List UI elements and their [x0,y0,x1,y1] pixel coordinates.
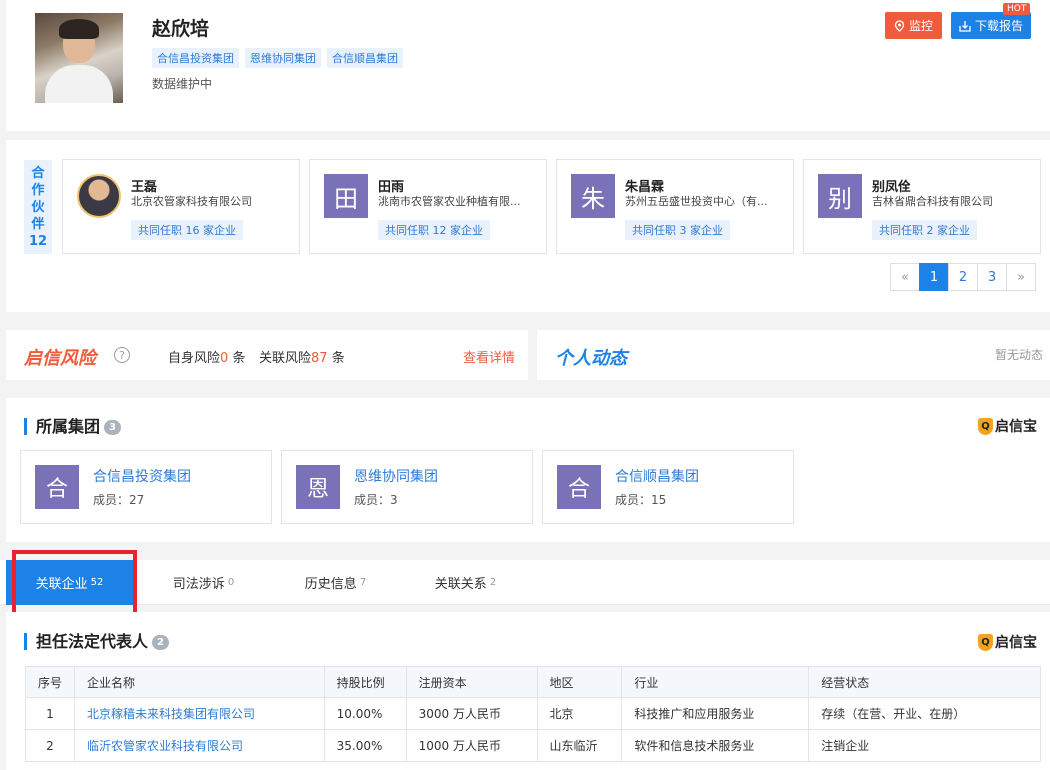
next-page-button[interactable]: » [1006,263,1036,291]
partner-card[interactable]: 田 田雨 洮南市农管家农业种植有限... 共同任职 12 家企业 [309,159,547,254]
download-report-button[interactable]: 下载报告 [951,12,1031,39]
column-header: 持股比例 [323,666,407,698]
operating-status: 注销企业 [808,729,1041,762]
registered-capital: 1000 万人民币 [405,729,538,762]
partner-company: 洮南市农管家农业种植有限... [378,195,521,208]
shield-icon: Q [978,417,993,435]
monitor-label: 监控 [908,19,933,33]
group-card[interactable]: 恩 恩维协同集团 成员：3 [281,450,533,524]
column-header: 企业名称 [73,666,325,698]
partner-card[interactable]: 朱 朱昌霖 苏州五岳盛世投资中心（有... 共同任职 3 家企业 [556,159,794,254]
legal-rep-table: 序号 企业名称 持股比例 注册资本 地区 行业 经营状态 1 北京稼穑未来科技集… [25,666,1041,762]
partner-card[interactable]: 别 别凤佺 吉林省鼎合科技有限公司 共同任职 2 家企业 [803,159,1041,254]
page-button[interactable]: 2 [948,263,978,291]
partner-avatar: 别 [818,174,862,218]
tab-litigation[interactable]: 司法涉诉 0 [140,560,267,605]
group-members: 成员：15 [615,493,667,507]
column-header: 注册资本 [405,666,538,698]
dynamics-logo: 个人动态 [555,348,627,369]
group-tag[interactable]: 合信昌投资集团 [152,48,239,68]
group-tag[interactable]: 恩维协同集团 [245,48,321,68]
person-avatar [35,13,123,103]
industry: 科技推广和应用服务业 [621,697,810,730]
tabs-bar: 关联企业 52 司法涉诉 0 历史信息 7 关联关系 2 [0,560,1050,605]
row-index: 2 [25,729,75,762]
partner-company: 吉林省鼎合科技有限公司 [872,195,993,208]
monitor-button[interactable]: 监控 [885,12,942,39]
group-name[interactable]: 合信昌投资集团 [93,466,191,486]
page-button[interactable]: 1 [919,263,949,291]
qixinbao-logo: Q 启信宝 [978,632,1037,652]
region: 北京 [536,697,623,730]
operating-status: 存续（在营、开业、在册） [808,697,1041,730]
group-avatar: 恩 [296,465,340,509]
partner-avatar: 朱 [571,174,615,218]
view-details-link[interactable]: 查看详情 [463,347,515,366]
legal-rep-count: 2 [152,635,169,650]
groups-count: 3 [104,420,121,435]
group-name[interactable]: 恩维协同集团 [354,466,438,486]
company-link[interactable]: 北京稼穑未来科技集团有限公司 [73,697,325,730]
column-header: 行业 [621,666,810,698]
help-icon[interactable]: ? [114,347,130,363]
column-header: 经营状态 [808,666,1041,698]
partner-company: 北京农管家科技有限公司 [131,195,252,208]
column-header: 地区 [536,666,623,698]
partner-common-count[interactable]: 共同任职 12 家企业 [378,220,490,240]
download-label: 下载报告 [974,19,1023,33]
groups-title: 所属集团 3 [24,418,121,435]
partner-company: 苏州五岳盛世投资中心（有... [625,195,768,208]
partners-label: 合 作 伙 伴 12 [24,160,52,254]
status-text: 数据维护中 [152,77,213,91]
related-risk[interactable]: 关联风险87 条 [259,347,345,366]
company-link[interactable]: 临沂农管家农业科技有限公司 [73,729,325,762]
partner-common-count[interactable]: 共同任职 3 家企业 [625,220,730,240]
partner-card[interactable]: 王磊 北京农管家科技有限公司 共同任职 16 家企业 [62,159,300,254]
hot-badge: HOT [1003,3,1031,15]
group-card[interactable]: 合 合信昌投资集团 成员：27 [20,450,272,524]
group-tags: 合信昌投资集团 恩维协同集团 合信顺昌集团 [152,48,403,68]
partner-avatar: 田 [324,174,368,218]
qixinbao-logo: Q 启信宝 [978,416,1037,436]
group-members: 成员：3 [354,493,398,507]
partner-common-count[interactable]: 共同任职 16 家企业 [131,220,243,240]
registered-capital: 3000 万人民币 [405,697,538,730]
risk-logo: 启信风险 [24,348,96,369]
highlight-annotation [12,550,137,616]
prev-page-button[interactable]: « [890,263,920,291]
share-ratio: 10.00% [323,697,407,730]
row-index: 1 [25,697,75,730]
person-name: 赵欣培 [152,18,210,40]
share-ratio: 35.00% [323,729,407,762]
partners-pagination: « 1 2 3 » [890,263,1036,291]
partner-common-count[interactable]: 共同任职 2 家企业 [872,220,977,240]
page-button[interactable]: 3 [977,263,1007,291]
tab-relations[interactable]: 关联关系 2 [402,560,529,605]
self-risk[interactable]: 自身风险0 条 [168,347,245,366]
table-row: 2 临沂农管家农业科技有限公司 35.00% 1000 万人民币 山东临沂 软件… [25,729,1041,762]
table-row: 1 北京稼穑未来科技集团有限公司 10.00% 3000 万人民币 北京 科技推… [25,697,1041,730]
table-header-row: 序号 企业名称 持股比例 注册资本 地区 行业 经营状态 [25,666,1041,698]
group-card[interactable]: 合 合信顺昌集团 成员：15 [542,450,794,524]
related-risk-count: 87 [311,351,328,366]
industry: 软件和信息技术服务业 [621,729,810,762]
partner-photo [77,174,121,218]
group-avatar: 合 [557,465,601,509]
shield-icon: Q [978,633,993,651]
region: 山东临沂 [536,729,623,762]
location-pin-icon [894,19,905,32]
group-members: 成员：27 [93,493,145,507]
no-dynamics-text: 暂无动态 [995,348,1044,362]
tab-history[interactable]: 历史信息 7 [272,560,399,605]
column-header: 序号 [25,666,75,698]
download-icon [959,20,971,32]
group-avatar: 合 [35,465,79,509]
group-name[interactable]: 合信顺昌集团 [615,466,699,486]
legal-rep-title: 担任法定代表人 2 [24,633,169,650]
group-tag[interactable]: 合信顺昌集团 [327,48,403,68]
